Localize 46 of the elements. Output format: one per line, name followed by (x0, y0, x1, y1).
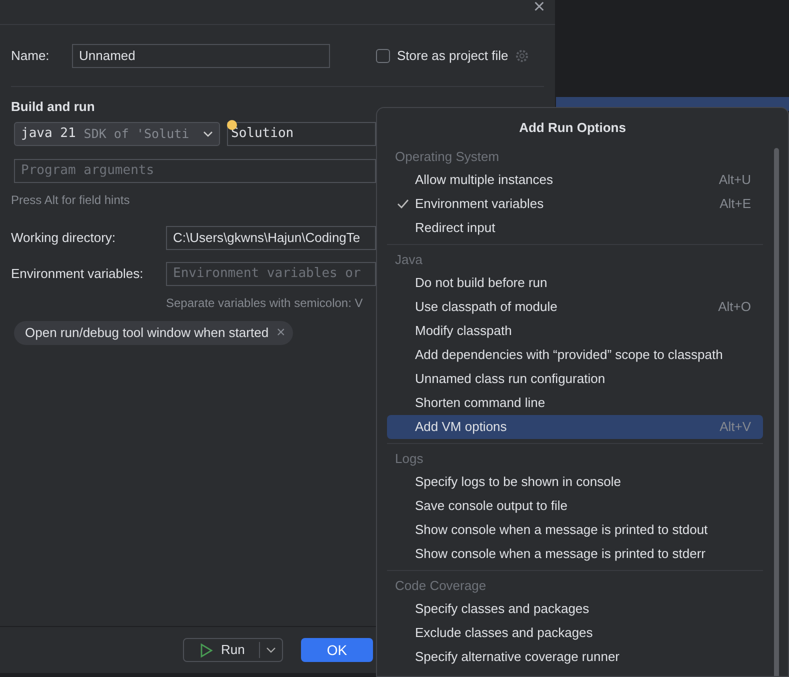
menu-item[interactable]: Allow multiple instances Alt+U (387, 168, 763, 192)
menu-item[interactable]: Shorten command line (387, 391, 763, 415)
gear-icon[interactable] (515, 49, 530, 63)
popup-title: Add Run Options (518, 119, 627, 137)
section-header: Logs (394, 450, 424, 468)
menu-item[interactable]: Add dependencies with “provided” scope to classpath (387, 343, 763, 367)
section-header: Java (394, 251, 422, 269)
jdk-dropdown[interactable]: java 21 SDK of 'Soluti (14, 122, 220, 146)
play-icon (200, 642, 213, 658)
menu-item[interactable]: Specify logs to be shown in console (387, 470, 763, 494)
jdk-description: SDK of 'Soluti (84, 124, 190, 143)
section-header: Operating System (394, 148, 500, 166)
ok-button[interactable]: OK (301, 638, 373, 662)
menu-item[interactable]: Modify classpath (387, 319, 763, 343)
menu-item[interactable]: Show console when a message is printed to stderr (387, 542, 763, 566)
hint-text: Press Alt for field hints (11, 192, 130, 208)
working-directory-label: Working directory: (11, 229, 117, 248)
menu-item[interactable]: Exclude classes and packages (387, 621, 763, 645)
checkmark-icon (397, 199, 409, 209)
section-header: Code Coverage (394, 577, 486, 595)
menu-item[interactable]: Specify classes and packages (387, 597, 763, 621)
menu-item[interactable]: Do not build before run (387, 271, 763, 295)
scrollbar[interactable] (774, 148, 779, 676)
option-chip[interactable]: Open run/debug tool window when started × (14, 321, 294, 345)
environment-variables-label: Environment variables: (11, 265, 144, 284)
store-as-project-file-label[interactable]: Store as project file (397, 46, 508, 66)
menu-item[interactable]: Specify alternative coverage runner (387, 645, 763, 669)
chevron-down-icon[interactable] (266, 647, 276, 653)
menu-item[interactable]: Environment variables Alt+E (387, 192, 763, 216)
main-class-field[interactable]: Solution (227, 122, 376, 146)
name-field[interactable]: Unnamed (72, 44, 330, 68)
working-directory-field[interactable]: C:\Users\gkwns\Hajun\CodingTe (166, 226, 376, 250)
jdk-name: java 21 (21, 125, 76, 144)
close-icon[interactable]: × (533, 0, 545, 14)
section-title: Build and run (10, 98, 96, 116)
hint-text: Separate variables with semicolon: V (166, 295, 363, 311)
run-button[interactable]: Run (183, 638, 283, 662)
menu-item[interactable]: Show console when a message is printed to stdout (387, 518, 763, 542)
menu-item[interactable]: Use classpath of module Alt+O (387, 295, 763, 319)
menu-item[interactable]: Unnamed class run configuration (387, 367, 763, 391)
checkbox[interactable] (376, 49, 390, 63)
menu-item[interactable]: Add VM options Alt+V (387, 415, 763, 439)
menu-item[interactable]: Redirect input (387, 216, 763, 240)
menu-item[interactable]: Save console output to file (387, 494, 763, 518)
name-label: Name: (11, 47, 50, 66)
chevron-down-icon (203, 131, 213, 137)
